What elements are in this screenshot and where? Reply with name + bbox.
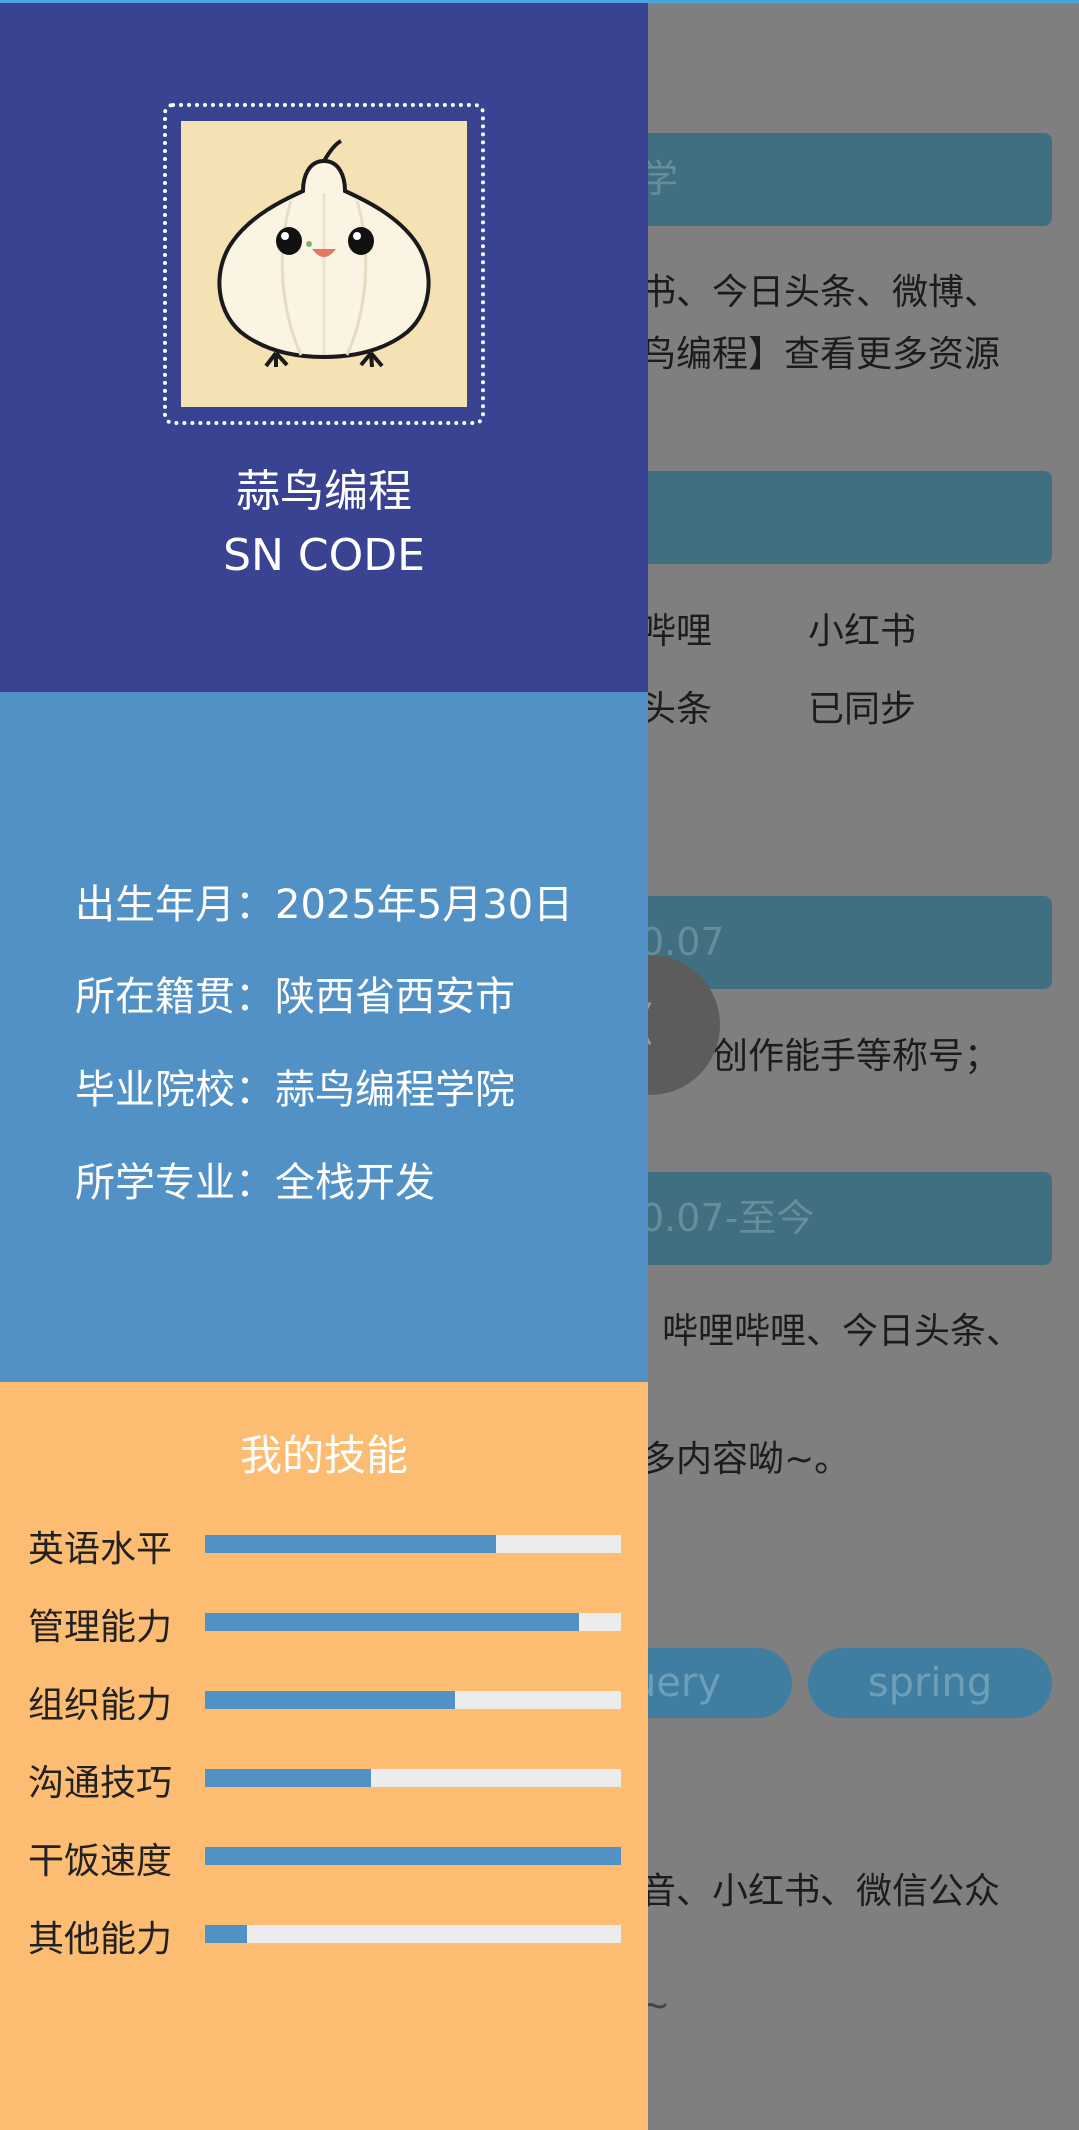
section-header-bar: 0.07-至今 (600, 1172, 1052, 1265)
background-text: 哔哩 (640, 611, 713, 652)
skill-bar-fill (205, 1613, 580, 1631)
info-label: 所学专业： (75, 1160, 275, 1206)
section-header-bar (600, 471, 1052, 564)
avatar[interactable] (181, 121, 467, 407)
skill-bar (205, 1769, 621, 1787)
skill-label: 英语水平 (28, 1529, 173, 1570)
skill-bar-fill (205, 1769, 372, 1787)
info-row-major: 所学专业：全栈开发 (75, 1150, 435, 1208)
profile-section: 蒜鸟编程 SN CODE (0, 0, 648, 692)
background-text: 小红书 (808, 611, 917, 652)
skill-label: 干饭速度 (28, 1841, 173, 1882)
background-text: 头条 (640, 689, 713, 730)
background-text: 音、小红书、微信公众 (640, 1871, 1001, 1912)
info-row-school: 毕业院校：蒜鸟编程学院 (75, 1057, 515, 1115)
background-text: 鸟编程】查看更多资源 (640, 334, 1001, 375)
profile-name: 蒜鸟编程 (236, 466, 412, 517)
skill-bar (205, 1691, 621, 1709)
skills-title: 我的技能 (239, 1431, 408, 1480)
background-text: 哔哩哔哩、今日头条、 (662, 1311, 1023, 1352)
skill-bar (205, 1847, 621, 1865)
info-row-hometown: 所在籍贯：陕西省西安市 (75, 964, 515, 1022)
background-text: 已同步 (808, 689, 917, 730)
info-label: 所在籍贯： (75, 974, 275, 1020)
info-label: 出生年月： (75, 882, 275, 928)
skill-bar (205, 1925, 621, 1943)
skill-bar-fill (205, 1535, 497, 1553)
skill-bar-fill (205, 1925, 247, 1943)
info-value: 2025年5月30日 (275, 882, 574, 928)
info-value: 蒜鸟编程学院 (275, 1067, 515, 1113)
profile-subtitle: SN CODE (223, 530, 425, 581)
info-value: 全栈开发 (275, 1160, 435, 1206)
skill-bar (205, 1535, 621, 1553)
skill-bar-fill (205, 1847, 621, 1865)
garlic-mascot-icon (181, 121, 467, 407)
background-text: 书、今日头条、微博、 (640, 272, 1001, 313)
info-value: 陕西省西安市 (275, 974, 515, 1020)
skill-label: 沟通技巧 (28, 1763, 173, 1804)
info-row-birth: 出生年月：2025年5月30日 (75, 872, 573, 930)
skill-bar-fill (205, 1691, 455, 1709)
status-accent-line (0, 0, 1079, 3)
tag-pill: spring (808, 1648, 1052, 1718)
info-label: 毕业院校： (75, 1067, 275, 1113)
side-drawer: 蒜鸟编程 SN CODE 出生年月：2025年5月30日 所在籍贯：陕西省西安市… (0, 0, 648, 2130)
background-text: 多内容呦~。 (640, 1439, 851, 1480)
skill-label: 其他能力 (28, 1919, 173, 1960)
skill-label: 管理能力 (28, 1607, 173, 1648)
skill-label: 组织能力 (28, 1685, 173, 1726)
info-section: 出生年月：2025年5月30日 所在籍贯：陕西省西安市 毕业院校：蒜鸟编程学院 … (0, 692, 648, 1382)
section-header-bar: 学 (600, 133, 1052, 226)
skill-bar (205, 1613, 621, 1631)
skills-section: 我的技能 英语水平 管理能力 组织能力 沟通技巧 干饭速度 其他能力 (0, 1382, 648, 2130)
